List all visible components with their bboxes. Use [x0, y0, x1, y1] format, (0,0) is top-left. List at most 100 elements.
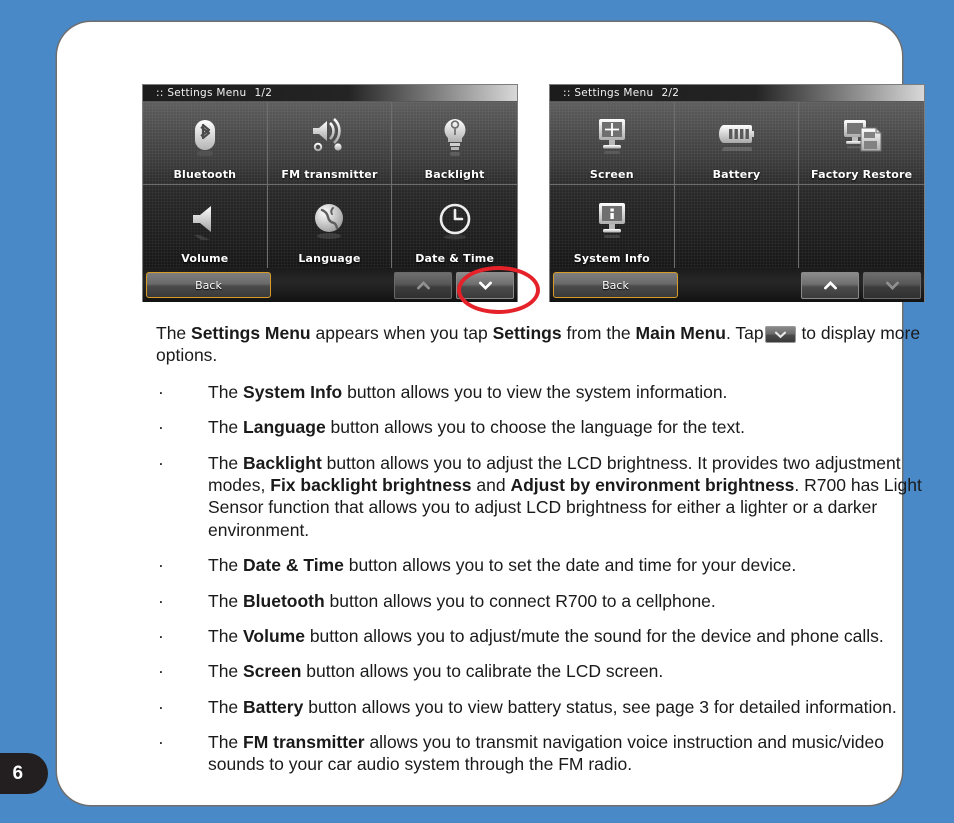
intro-part-2: appears when you tap: [310, 323, 493, 343]
back-button-page-1[interactable]: Back: [146, 272, 271, 298]
intro-bold-settings: Settings: [492, 323, 562, 343]
intro-part-1: The: [156, 323, 192, 343]
bullet-4-post: button allows you to set the date and ti…: [343, 555, 797, 576]
shot-2-title-text: :: Settings Menu: [563, 87, 654, 99]
bullet-3-term-2: Fix backlight brightness: [270, 474, 472, 495]
list-item: · The System Info button allows you to vi…: [156, 381, 928, 403]
settings-button-date-time[interactable]: Date & Time: [392, 185, 517, 268]
list-item: · The Language button allows you to choos…: [156, 416, 928, 438]
settings-label-screen: Screen: [589, 168, 634, 181]
settings-button-screen[interactable]: Screen: [550, 102, 675, 185]
down-chevron-button-page-2[interactable]: [863, 271, 921, 299]
settings-button-battery[interactable]: Battery: [674, 102, 800, 185]
bullet-3-mid: and: [471, 474, 511, 495]
settings-label-backlight: Backlight: [424, 168, 485, 181]
bullet-6-pre: The: [208, 625, 244, 646]
bullet-marker: ·: [158, 625, 164, 646]
settings-label-language: Language: [298, 252, 361, 265]
bullet-9-term: FM transmitter: [243, 732, 365, 753]
bullet-marker: ·: [158, 732, 164, 753]
bullet-8-post: button allows you to view battery status…: [303, 696, 897, 717]
fm-transmitter-icon: [268, 102, 392, 168]
page-body-text: The Settings Menu appears when you tap S…: [156, 322, 928, 789]
list-item: · The FM transmitter allows you to transm…: [156, 731, 928, 776]
bullet-3-term: Backlight: [243, 452, 322, 473]
settings-button-language[interactable]: Language: [268, 185, 393, 268]
settings-button-fm-transmitter[interactable]: FM transmitter: [267, 102, 393, 185]
bullet-4-term: Date & Time: [243, 555, 344, 576]
bullet-2-pre: The: [208, 417, 244, 438]
bullet-marker: ·: [158, 381, 164, 402]
bullet-8-pre: The: [208, 696, 244, 717]
list-item: · The Bluetooth button allows you to conn…: [156, 590, 928, 612]
list-item: · The Date & Time button allows you to se…: [156, 554, 928, 576]
bullet-9-pre: The: [208, 732, 244, 753]
clock-icon: [392, 185, 517, 252]
shot-2-titlebar: :: Settings Menu 2/2: [550, 85, 924, 102]
back-button-page-2[interactable]: Back: [553, 272, 678, 298]
bullet-8-term: Battery: [243, 696, 304, 717]
intro-part-4: . Tap: [725, 323, 764, 343]
chevron-down-icon: [478, 281, 492, 290]
settings-button-factory-restore[interactable]: Factory Restore: [799, 102, 924, 185]
bullet-1-term: System Info: [243, 381, 343, 402]
empty-slot-1: [675, 185, 799, 266]
bullet-1-pre: The: [208, 381, 244, 402]
bullet-3-term-3: Adjust by environment brightness: [510, 474, 795, 495]
inline-down-chevron-button: [764, 326, 796, 343]
feature-bullet-list: · The System Info button allows you to vi…: [156, 381, 928, 776]
bullet-marker: ·: [158, 452, 164, 473]
down-chevron-button-page-1[interactable]: [456, 271, 514, 299]
chevron-up-icon: [416, 280, 430, 289]
bullet-7-term: Screen: [243, 661, 302, 682]
factory-restore-icon: [799, 102, 924, 168]
settings-button-volume[interactable]: Volume: [143, 185, 268, 268]
chevron-down-icon: [885, 281, 899, 290]
shot-2-page-indicator: 2/2: [661, 87, 680, 99]
bullet-6-term: Volume: [243, 625, 305, 646]
settings-label-fm-transmitter: FM transmitter: [281, 168, 378, 181]
bullet-1-post: button allows you to view the system inf…: [342, 381, 728, 402]
shot-2-button-grid: Screen Battery Factory Restore System In…: [550, 102, 924, 268]
settings-menu-screenshot-page-1: :: Settings Menu 1/2 Bluetooth FM transm…: [142, 84, 518, 302]
settings-label-system-info: System Info: [573, 252, 650, 265]
manual-page-sheet: :: Settings Menu 1/2 Bluetooth FM transm…: [57, 22, 925, 805]
bullet-marker: ·: [158, 661, 164, 682]
list-item: · The Backlight button allows you to adju…: [156, 452, 928, 542]
speaker-icon: [143, 185, 267, 252]
empty-slot-2: [799, 185, 924, 266]
settings-button-bluetooth[interactable]: Bluetooth: [143, 102, 268, 185]
settings-empty-cell-1: [675, 185, 800, 268]
settings-button-backlight[interactable]: Backlight: [392, 102, 517, 185]
settings-label-date-time: Date & Time: [415, 252, 495, 265]
lightbulb-icon: [392, 102, 517, 168]
shot-1-bottom-bar: Back: [143, 268, 517, 302]
monitor-calibrate-icon: [550, 102, 674, 168]
bullet-5-term: Bluetooth: [243, 590, 325, 611]
list-item: · The Volume button allows you to adjust/…: [156, 625, 928, 647]
bullet-4-pre: The: [208, 555, 244, 576]
chevron-up-icon: [823, 280, 837, 289]
bullet-3-pre: The: [208, 452, 244, 473]
settings-label-bluetooth: Bluetooth: [173, 168, 237, 181]
intro-paragraph: The Settings Menu appears when you tap S…: [156, 322, 928, 367]
bullet-marker: ·: [158, 555, 164, 576]
page-number-badge: 6: [0, 753, 48, 794]
battery-icon: [675, 102, 799, 168]
bullet-6-post: button allows you to adjust/mute the sou…: [304, 625, 884, 646]
bullet-5-pre: The: [208, 590, 244, 611]
shot-1-button-grid: Bluetooth FM transmitter Backlight Volum…: [143, 102, 517, 268]
list-item: · The Screen button allows you to calibra…: [156, 660, 928, 682]
shot-1-title-text: :: Settings Menu: [156, 87, 247, 99]
chevron-down-icon: [774, 331, 786, 339]
bullet-marker: ·: [158, 590, 164, 611]
shot-1-page-indicator: 1/2: [254, 87, 273, 99]
up-chevron-button-page-2[interactable]: [801, 271, 859, 299]
up-chevron-button-page-1[interactable]: [394, 271, 452, 299]
settings-empty-cell-2: [799, 185, 924, 268]
bullet-marker: ·: [158, 696, 164, 717]
intro-bold-main-menu: Main Menu: [635, 323, 726, 343]
settings-button-system-info[interactable]: System Info: [550, 185, 675, 268]
bullet-2-post: button allows you to choose the language…: [325, 417, 745, 438]
settings-label-battery: Battery: [712, 168, 761, 181]
